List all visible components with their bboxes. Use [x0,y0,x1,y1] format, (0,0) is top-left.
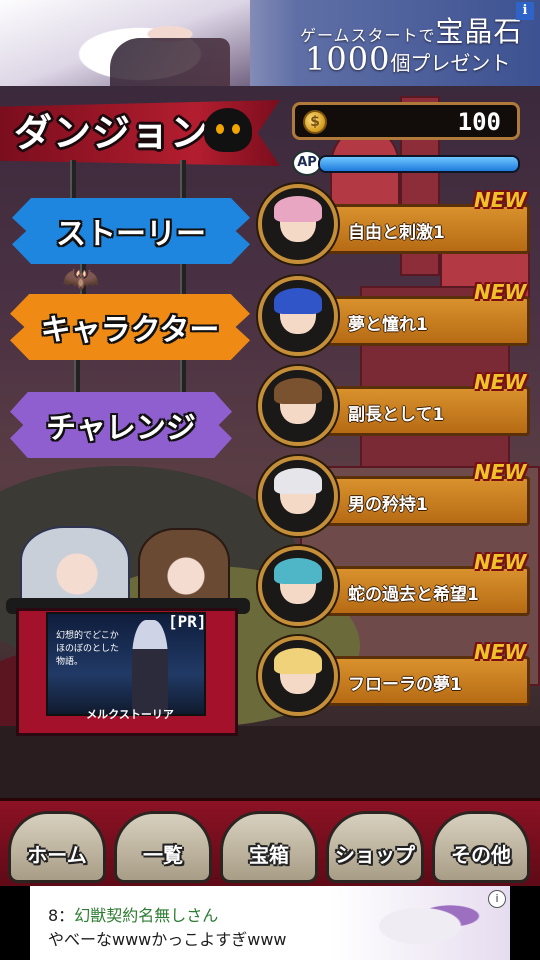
nav-home-button[interactable]: ホーム [8,811,106,883]
stage-floor [0,726,540,798]
ad-side-strip [510,886,540,960]
nav-treasure-button[interactable]: 宝箱 [220,811,318,883]
ad-side-strip [0,886,30,960]
ad-comment-text: やべーなwwwかっこよすぎwww [48,930,287,949]
new-badge: NEW [474,550,527,574]
bottom-banner-ad[interactable]: 8：幻獣契約名無しさん やべーなwwwかっこよすぎwww i [30,886,510,960]
chapter-portrait [258,276,338,356]
pr-ad-copy: 幻想的でどこかほのぼのとした物語。 [56,631,120,667]
pr-ad-caption: メルクストーリア [86,708,174,721]
portrait-hair [274,648,322,674]
chapter-item[interactable]: フローラの夢1 NEW [258,636,530,716]
ap-gauge-fill [320,157,518,171]
chapter-label: 副長として1 [348,405,445,425]
nav-shop-button[interactable]: ショップ [326,811,424,883]
pr-tag: [PR] [168,612,207,631]
coin-value: 100 [457,108,501,136]
portrait-hair [274,468,322,494]
chapter-item[interactable]: 自由と刺激1 NEW [258,184,530,264]
chapter-portrait [258,366,338,446]
chapter-portrait [258,636,338,716]
challenge-sign-button[interactable]: チャレンジ [10,392,232,458]
new-badge: NEW [474,280,527,304]
top-banner-ad[interactable]: ゲームスタートで宝晶石 1000個プレゼント i [0,0,540,86]
portrait-hair [274,378,322,404]
chapter-label: 自由と刺激1 [348,223,445,243]
nav-list-button[interactable]: 一覧 [114,811,212,883]
chapter-item[interactable]: 男の矜持1 NEW [258,456,530,536]
portrait-hair [274,288,322,314]
ad-info-icon[interactable]: i [516,2,534,20]
coin-icon: $ [303,110,327,134]
chapter-label: 男の矜持1 [348,495,428,515]
chapter-portrait [258,546,338,626]
chapter-item[interactable]: 夢と憧れ1 NEW [258,276,530,356]
bat-icon: 🦇 [62,262,100,297]
chapter-label: フローラの夢1 [348,675,462,695]
ghost-mascot-icon [204,108,252,152]
chapter-item[interactable]: 副長として1 NEW [258,366,530,446]
chapter-portrait [258,456,338,536]
chapter-item[interactable]: 蛇の過去と希望1 NEW [258,546,530,626]
new-badge: NEW [474,188,527,212]
chapter-label: 蛇の過去と希望1 [348,585,479,605]
nav-other-button[interactable]: その他 [432,811,530,883]
ap-gauge [318,155,520,173]
pr-ad-character [132,620,168,714]
ad-beast-illustration [330,886,510,960]
ad-character-armor [110,38,230,86]
chapter-label: 夢と憧れ1 [348,315,428,335]
ad-subheadline: 1000個プレゼント [305,40,511,78]
ad-comment-author: 8：幻獣契約名無しさん [48,906,219,925]
portrait-hair [274,196,322,222]
chapter-portrait [258,184,338,264]
story-sign-button[interactable]: ストーリー [12,198,250,264]
ad-info-icon[interactable]: i [488,890,506,908]
coin-counter: $ 100 [292,102,520,140]
new-badge: NEW [474,370,527,394]
page-title: ダンジョン [14,111,210,155]
new-badge: NEW [474,460,527,484]
portrait-hair [274,558,322,584]
bottom-nav: ホーム 一覧 宝箱 ショップ その他 [0,798,540,886]
new-badge: NEW [474,640,527,664]
character-sign-button[interactable]: キャラクター [10,294,250,360]
